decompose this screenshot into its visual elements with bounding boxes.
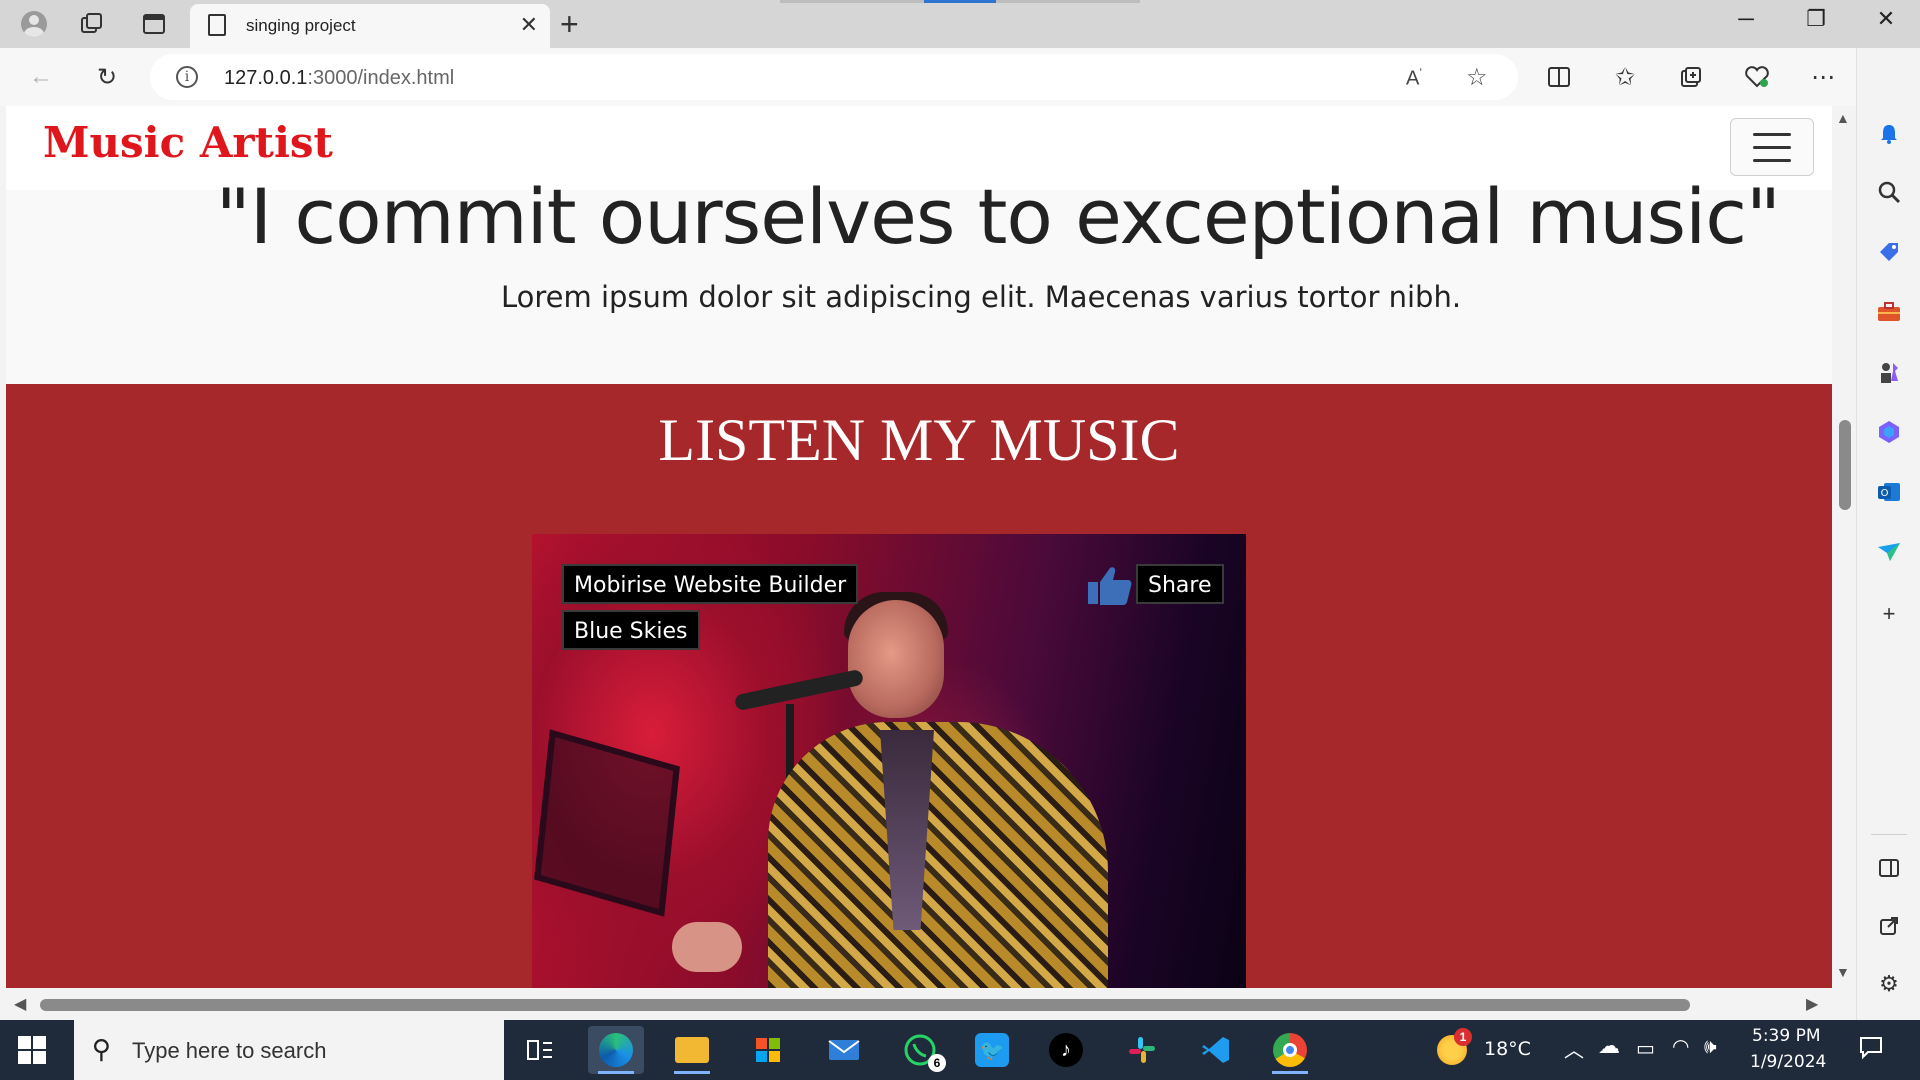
horizontal-scroll-thumb[interactable] <box>40 999 1690 1011</box>
hero-subtitle: Lorem ipsum dolor sit adipiscing elit. M… <box>500 280 1462 314</box>
browser-tab-strip: singing project ✕ + ─ ❐ ✕ <box>0 0 1920 48</box>
wifi-icon[interactable]: ◠ <box>1672 1034 1689 1058</box>
settings-icon[interactable]: ⚙ <box>1875 970 1903 998</box>
tab-strip-progress-active <box>924 0 996 3</box>
scroll-left-arrow-icon[interactable]: ◀ <box>14 994 26 1014</box>
scroll-down-arrow-icon[interactable]: ▼ <box>1836 964 1850 980</box>
send-icon[interactable] <box>1875 538 1903 566</box>
slack-icon[interactable] <box>1114 1026 1170 1074</box>
minimize-button[interactable]: ─ <box>1716 6 1776 32</box>
tab-actions-icon[interactable] <box>138 8 170 40</box>
tiktok-icon[interactable]: ♪ <box>1038 1026 1094 1074</box>
hero-quote: "I commit ourselves to exceptional music… <box>215 172 1781 261</box>
collections-icon[interactable] <box>1672 58 1710 96</box>
video-title[interactable]: Blue Skies <box>562 610 700 650</box>
bell-icon[interactable] <box>1875 120 1903 148</box>
twitter-icon[interactable]: 🐦 <box>964 1026 1020 1074</box>
temperature-text[interactable]: 18°C <box>1484 1038 1531 1060</box>
video-player[interactable]: Mobirise Website Builder Blue Skies Shar… <box>532 534 1246 988</box>
web-page-viewport: Music Artist "I commit ourselves to exce… <box>6 106 1832 988</box>
outlook-icon[interactable]: O <box>1875 478 1903 506</box>
clock-time[interactable]: 5:39 PM <box>1752 1026 1821 1046</box>
split-screen-icon[interactable] <box>1540 58 1578 96</box>
tab-singing-project[interactable]: singing project ✕ <box>190 4 550 48</box>
tag-icon[interactable] <box>1875 238 1903 266</box>
page-icon <box>208 14 226 36</box>
volume-icon[interactable]: 🕪 <box>1704 1034 1717 1058</box>
task-view-icon[interactable] <box>512 1026 568 1074</box>
search-magnifier-icon: ⚲ <box>92 1034 112 1064</box>
workspaces-icon[interactable] <box>76 8 108 40</box>
weather-icon[interactable]: 1 <box>1424 1026 1480 1074</box>
music-heading: LISTEN MY MUSIC <box>658 407 1180 473</box>
address-bar[interactable]: i 127.0.0.1:3000/index.html Aʼ ☆ <box>150 54 1518 100</box>
copilot-icon[interactable] <box>1875 418 1903 446</box>
tab-title: singing project <box>246 16 356 35</box>
close-window-button[interactable]: ✕ <box>1856 6 1916 32</box>
singer-jacket-image <box>768 722 1108 988</box>
show-hidden-icons-chevron-icon[interactable]: ︿ <box>1564 1034 1584 1063</box>
vertical-scroll-thumb[interactable] <box>1839 420 1851 510</box>
site-info-icon[interactable]: i <box>176 66 198 88</box>
plus-icon[interactable]: + <box>1875 600 1903 628</box>
hamburger-menu-button[interactable] <box>1730 118 1814 176</box>
singer-face-image <box>848 600 944 718</box>
music-stand-image <box>534 729 680 917</box>
whatsapp-unread-badge: 6 <box>928 1054 946 1072</box>
scroll-right-arrow-icon[interactable]: ▶ <box>1806 994 1818 1014</box>
scroll-up-arrow-icon[interactable]: ▲ <box>1836 110 1850 126</box>
microphone-image <box>733 668 865 712</box>
thumbs-up-icon[interactable] <box>1086 564 1134 606</box>
battery-icon[interactable]: ▭ <box>1636 1036 1655 1060</box>
browser-essentials-icon[interactable] <box>1738 58 1776 96</box>
edge-taskbar-icon[interactable] <box>588 1026 644 1074</box>
reload-button[interactable]: ↻ <box>88 58 126 96</box>
back-button[interactable]: ← <box>22 58 60 96</box>
chess-icon[interactable] <box>1875 358 1903 386</box>
sidebar-divider <box>1871 834 1907 835</box>
edge-sidebar: O + ⚙ <box>1856 48 1920 1020</box>
music-section: LISTEN MY MUSIC Mobirise Website Builder… <box>6 384 1832 988</box>
taskbar-search-box[interactable]: ⚲ Type here to search <box>74 1020 504 1080</box>
close-tab-icon[interactable]: ✕ <box>520 12 538 38</box>
site-brand[interactable]: Music Artist <box>43 118 333 167</box>
whatsapp-icon[interactable]: 6 <box>892 1026 948 1074</box>
url-text[interactable]: 127.0.0.1:3000/index.html <box>224 67 454 90</box>
windows-taskbar: ⚲ Type here to search 6 🐦 ♪ 1 18°C ︿ ☁ ▭… <box>0 1020 1920 1080</box>
windows-start-icon[interactable] <box>18 1036 46 1064</box>
more-menu-icon[interactable]: ⋯ <box>1804 58 1842 96</box>
file-explorer-icon[interactable] <box>664 1026 720 1074</box>
clock-date[interactable]: 1/9/2024 <box>1750 1052 1826 1072</box>
restore-button[interactable]: ❐ <box>1786 6 1846 32</box>
new-tab-button[interactable]: + <box>560 6 579 43</box>
profile-avatar-icon[interactable] <box>18 8 50 40</box>
toolbox-icon[interactable] <box>1875 298 1903 326</box>
vertical-scrollbar[interactable]: ▲ ▼ <box>1832 106 1856 988</box>
notifications-center-icon[interactable] <box>1858 1034 1884 1064</box>
video-channel-name[interactable]: Mobirise Website Builder <box>562 564 859 604</box>
mail-icon[interactable] <box>816 1026 872 1074</box>
favorite-star-icon[interactable]: ☆ <box>1466 63 1488 92</box>
svg-text:O: O <box>1881 488 1889 499</box>
weather-alert-badge: 1 <box>1454 1028 1472 1046</box>
onedrive-cloud-icon[interactable]: ☁ <box>1598 1034 1620 1059</box>
read-aloud-icon[interactable]: Aʼ <box>1406 66 1422 91</box>
split-panel-icon[interactable] <box>1875 854 1903 882</box>
favorites-icon[interactable]: ✩ <box>1606 58 1644 96</box>
chrome-icon[interactable] <box>1262 1026 1318 1074</box>
share-button[interactable]: Share <box>1136 564 1224 604</box>
taskbar-search-placeholder: Type here to search <box>132 1038 327 1063</box>
microsoft-store-icon[interactable] <box>740 1026 796 1074</box>
singer-hand-image <box>672 922 742 972</box>
vscode-icon[interactable] <box>1188 1026 1244 1074</box>
horizontal-scrollbar[interactable]: ◀ ▶ <box>6 988 1832 1020</box>
search-icon[interactable] <box>1875 178 1903 206</box>
browser-toolbar: ← ↻ i 127.0.0.1:3000/index.html Aʼ ☆ ✩ ⋯ <box>0 48 1920 106</box>
external-link-icon[interactable] <box>1875 912 1903 940</box>
tab-strip-progress-rest <box>996 0 1140 3</box>
